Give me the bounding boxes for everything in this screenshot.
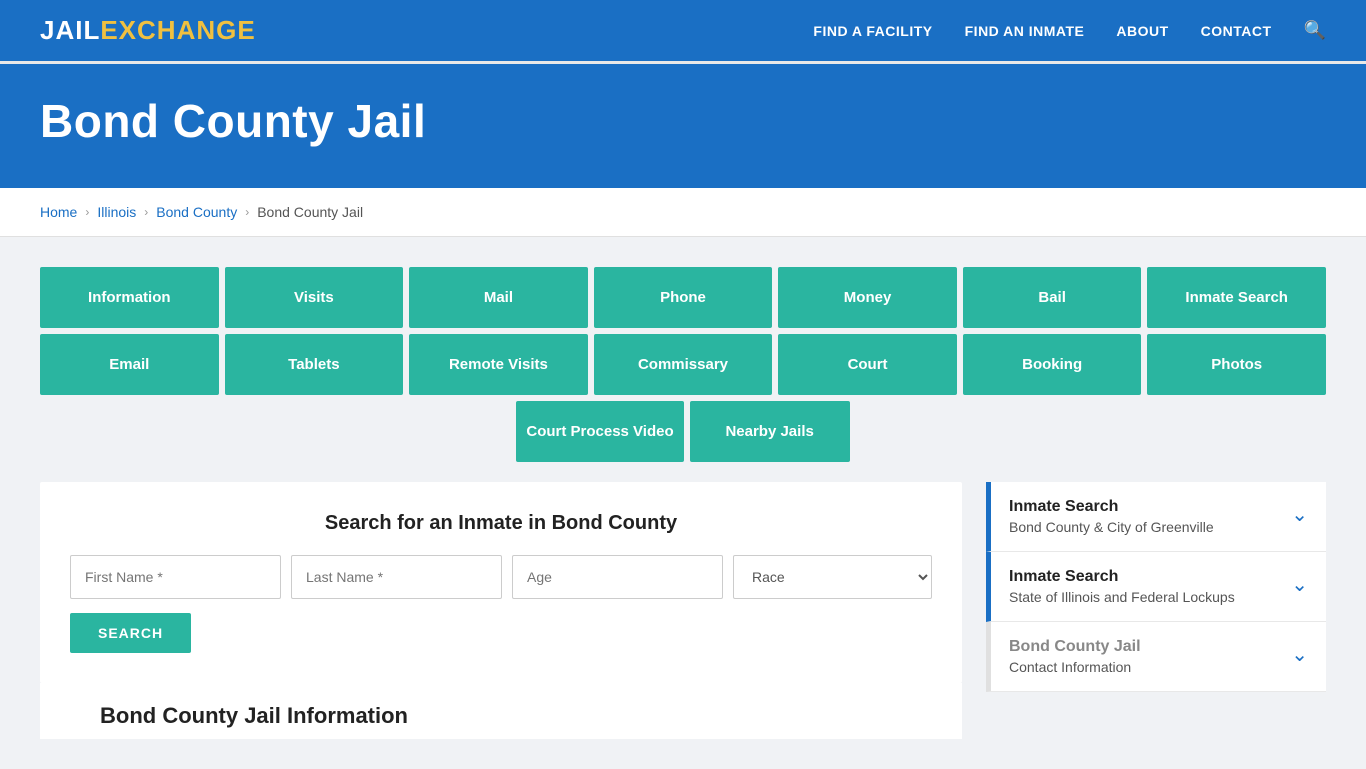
search-icon: 🔍 — [1304, 20, 1326, 40]
search-card: Search for an Inmate in Bond County Race… — [40, 482, 962, 683]
btn-inmate-search[interactable]: Inmate Search — [1147, 267, 1326, 328]
logo-jail: JAIL — [40, 15, 100, 46]
breadcrumb: Home › Illinois › Bond County › Bond Cou… — [40, 204, 1326, 220]
breadcrumb-sep-1: › — [85, 205, 89, 219]
button-row-1: Information Visits Mail Phone Money Bail… — [40, 267, 1326, 328]
btn-remote-visits[interactable]: Remote Visits — [409, 334, 588, 395]
logo[interactable]: JAILEXCHANGE — [40, 15, 256, 46]
info-section-title: Bond County Jail Information — [70, 683, 932, 729]
breadcrumb-sep-3: › — [245, 205, 249, 219]
breadcrumb-bar: Home › Illinois › Bond County › Bond Cou… — [0, 188, 1366, 237]
left-column: Search for an Inmate in Bond County Race… — [40, 482, 962, 739]
btn-mail[interactable]: Mail — [409, 267, 588, 328]
btn-bail[interactable]: Bail — [963, 267, 1142, 328]
find-an-inmate-link[interactable]: FIND AN INMATE — [965, 23, 1085, 39]
sidebar-item-1-sublabel: Bond County & City of Greenville — [1009, 519, 1214, 535]
main-content: Information Visits Mail Phone Money Bail… — [0, 237, 1366, 769]
search-button[interactable]: SEARCH — [70, 613, 191, 653]
btn-tablets[interactable]: Tablets — [225, 334, 404, 395]
btn-court-process-video[interactable]: Court Process Video — [516, 401, 683, 462]
btn-phone[interactable]: Phone — [594, 267, 773, 328]
btn-visits[interactable]: Visits — [225, 267, 404, 328]
btn-commissary[interactable]: Commissary — [594, 334, 773, 395]
button-row-2: Email Tablets Remote Visits Commissary C… — [40, 334, 1326, 395]
contact-link[interactable]: CONTACT — [1201, 23, 1272, 39]
sidebar-item-3-label: Bond County Jail — [1009, 638, 1141, 656]
search-form-row-1: Race White Black Hispanic Asian Other — [70, 555, 932, 599]
breadcrumb-home[interactable]: Home — [40, 204, 77, 220]
sidebar: Inmate Search Bond County & City of Gree… — [986, 482, 1326, 739]
sidebar-item-1[interactable]: Inmate Search Bond County & City of Gree… — [986, 482, 1326, 552]
about-link[interactable]: ABOUT — [1116, 23, 1168, 39]
first-name-input[interactable] — [70, 555, 281, 599]
chevron-down-icon-2: ⌄ — [1291, 572, 1308, 597]
race-select[interactable]: Race White Black Hispanic Asian Other — [733, 555, 932, 599]
btn-money[interactable]: Money — [778, 267, 957, 328]
btn-email[interactable]: Email — [40, 334, 219, 395]
navbar: JAILEXCHANGE FIND A FACILITY FIND AN INM… — [0, 0, 1366, 64]
sidebar-item-2[interactable]: Inmate Search State of Illinois and Fede… — [986, 552, 1326, 622]
chevron-down-icon-3: ⌄ — [1291, 642, 1308, 667]
sidebar-item-3[interactable]: Bond County Jail Contact Information ⌄ — [986, 622, 1326, 692]
info-section: Bond County Jail Information — [40, 683, 962, 739]
last-name-input[interactable] — [291, 555, 502, 599]
search-card-title: Search for an Inmate in Bond County — [70, 512, 932, 535]
page-title: Bond County Jail — [40, 94, 1326, 148]
btn-court[interactable]: Court — [778, 334, 957, 395]
search-icon-button[interactable]: 🔍 — [1304, 20, 1326, 41]
navbar-links: FIND A FACILITY FIND AN INMATE ABOUT CON… — [813, 20, 1326, 41]
logo-exchange: EXCHANGE — [100, 15, 255, 46]
btn-nearby-jails[interactable]: Nearby Jails — [690, 401, 850, 462]
sidebar-item-2-sublabel: State of Illinois and Federal Lockups — [1009, 589, 1235, 605]
sidebar-item-2-label: Inmate Search — [1009, 568, 1235, 586]
age-input[interactable] — [512, 555, 723, 599]
chevron-down-icon-1: ⌄ — [1291, 502, 1308, 527]
breadcrumb-sep-2: › — [144, 205, 148, 219]
hero-section: Bond County Jail — [0, 64, 1366, 188]
btn-booking[interactable]: Booking — [963, 334, 1142, 395]
button-row-3: Court Process Video Nearby Jails — [40, 401, 1326, 462]
sidebar-item-3-sublabel: Contact Information — [1009, 659, 1141, 675]
sidebar-item-1-label: Inmate Search — [1009, 498, 1214, 516]
btn-photos[interactable]: Photos — [1147, 334, 1326, 395]
breadcrumb-current: Bond County Jail — [257, 204, 363, 220]
find-a-facility-link[interactable]: FIND A FACILITY — [813, 23, 932, 39]
breadcrumb-bond-county[interactable]: Bond County — [156, 204, 237, 220]
btn-information[interactable]: Information — [40, 267, 219, 328]
grid-section: Information Visits Mail Phone Money Bail… — [40, 267, 1326, 462]
breadcrumb-illinois[interactable]: Illinois — [97, 204, 136, 220]
lower-section: Search for an Inmate in Bond County Race… — [40, 482, 1326, 739]
